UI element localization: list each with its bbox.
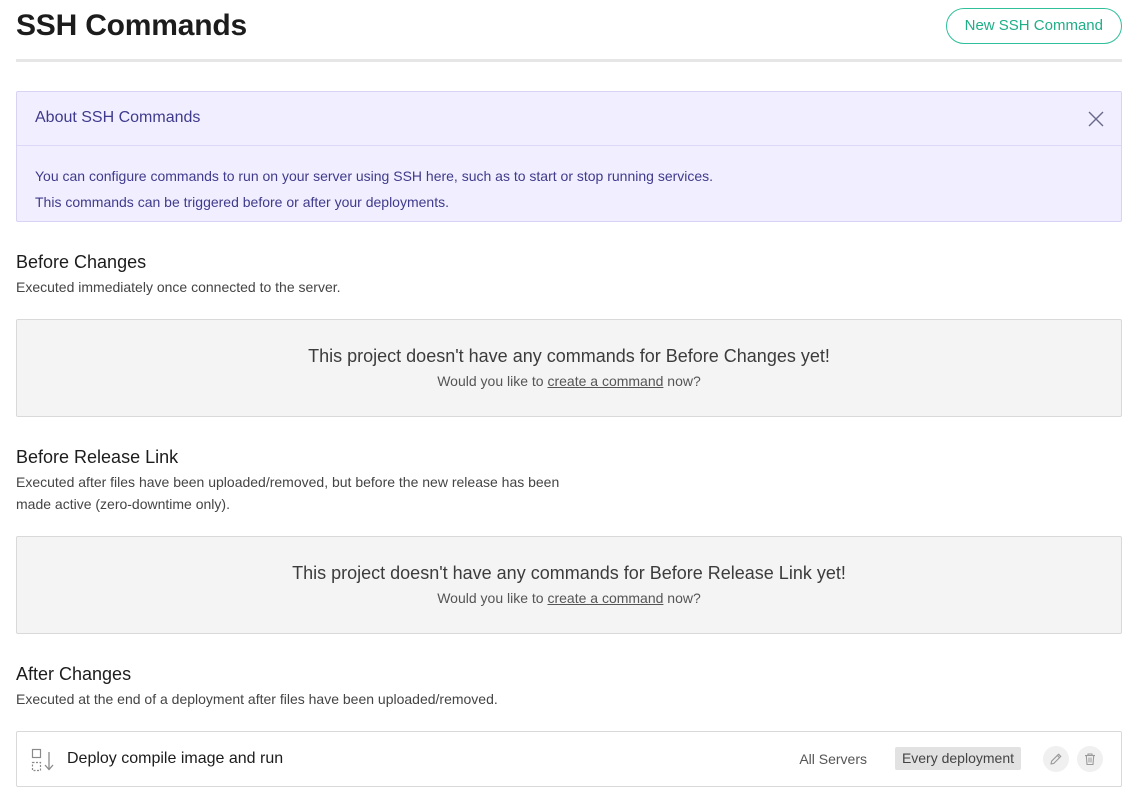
info-header: About SSH Commands (17, 92, 1121, 146)
section-desc-before-changes: Executed immediately once connected to t… (16, 279, 341, 295)
page-header: SSH Commands New SSH Command (16, 0, 1122, 62)
delete-command-button[interactable] (1077, 746, 1103, 772)
about-info-box: About SSH Commands You can configure com… (16, 91, 1122, 222)
empty-state-subtitle: Would you like to create a command now? (17, 373, 1121, 389)
empty-state-prefix: Would you like to (437, 590, 548, 606)
pencil-icon (1050, 753, 1062, 765)
command-row[interactable]: Deploy compile image and run All Servers… (16, 731, 1122, 787)
drag-handle-icon[interactable] (31, 748, 57, 772)
section-title-after-changes: After Changes (16, 664, 132, 684)
empty-state-prefix: Would you like to (437, 373, 548, 389)
info-line: This commands can be triggered before or… (35, 194, 449, 210)
info-line: You can configure commands to run on you… (35, 168, 714, 184)
empty-state-title: This project doesn't have any commands f… (292, 563, 846, 583)
empty-state-suffix: now? (663, 373, 701, 389)
empty-state-suffix: now? (663, 590, 701, 606)
empty-state-subtitle: Would you like to create a command now? (17, 590, 1121, 606)
empty-state-before-release-link: This project doesn't have any commands f… (16, 536, 1122, 634)
section-desc-after-changes: Executed at the end of a deployment afte… (16, 691, 498, 707)
command-name: Deploy compile image and run (67, 750, 284, 767)
section-desc-line: made active (zero-downtime only). (16, 496, 230, 512)
section-desc-line: Executed after files have been uploaded/… (16, 474, 560, 490)
page-title: SSH Commands (16, 9, 247, 42)
close-icon[interactable] (1087, 110, 1105, 128)
new-ssh-command-button[interactable]: New SSH Command (945, 8, 1122, 44)
trash-icon (1085, 753, 1095, 766)
create-command-link[interactable]: create a command (547, 373, 663, 389)
edit-command-button[interactable] (1043, 746, 1069, 772)
info-title: About SSH Commands (35, 109, 201, 126)
empty-state-before-changes: This project doesn't have any commands f… (16, 319, 1122, 417)
section-desc-before-release-link: Executed after files have been uploaded/… (16, 471, 559, 515)
create-command-link[interactable]: create a command (547, 590, 663, 606)
empty-state-title: This project doesn't have any commands f… (308, 346, 830, 366)
section-title-before-changes: Before Changes (16, 252, 147, 272)
info-body: You can configure commands to run on you… (17, 146, 1121, 215)
command-trigger-badge: Every deployment (894, 747, 1021, 770)
command-servers: All Servers (799, 751, 867, 767)
page: SSH Commands New SSH Command About SSH C… (16, 0, 1122, 787)
section-title-before-release-link: Before Release Link (16, 447, 179, 467)
